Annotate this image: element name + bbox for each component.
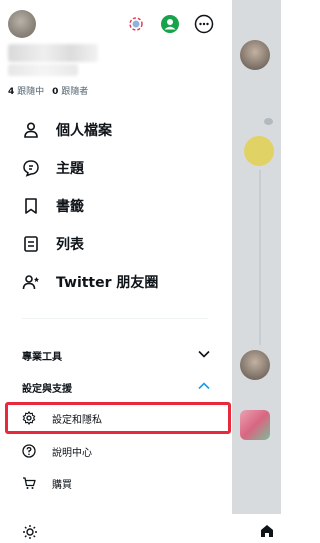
- bookmark-icon: [22, 197, 40, 215]
- menu-item-bookmarks[interactable]: 書籤: [0, 190, 232, 222]
- following-link[interactable]: 4 跟隨中: [8, 84, 44, 97]
- menu-item-profile[interactable]: 個人檔案: [0, 114, 232, 146]
- more-options-icon[interactable]: [194, 14, 214, 34]
- menu-item-label: 個人檔案: [56, 123, 112, 139]
- switch-account-icon[interactable]: [126, 14, 146, 34]
- section-label: 專業工具: [22, 351, 62, 363]
- menu-item-topics[interactable]: 主題: [0, 152, 232, 184]
- profile-avatar[interactable]: [8, 10, 36, 38]
- menu-item-lists[interactable]: 列表: [0, 228, 232, 260]
- account-avatar-icon[interactable]: [160, 14, 180, 34]
- navigation-drawer: 4 跟隨中 0 跟隨者 個人檔案 主題 書籤 列表 Twitter 朋友圈 專業…: [0, 0, 232, 543]
- cart-icon: [22, 476, 36, 490]
- theme-sun-icon[interactable]: [22, 524, 38, 540]
- profile-name-blurred: [8, 44, 98, 62]
- drawer-top-actions: [126, 14, 214, 34]
- section-label: 設定與支援: [22, 383, 72, 395]
- sub-item-help-center[interactable]: 說明中心: [22, 440, 92, 462]
- sub-item-purchases[interactable]: 購買: [22, 472, 72, 494]
- followers-link[interactable]: 0 跟隨者: [52, 84, 88, 97]
- drawer-overlay[interactable]: [232, 0, 281, 514]
- sub-item-label: 說明中心: [52, 447, 92, 459]
- menu-item-label: 列表: [56, 237, 84, 253]
- chevron-up-icon: [198, 381, 210, 393]
- menu-item-twitter-circle[interactable]: Twitter 朋友圈: [0, 266, 232, 298]
- profile-handle-blurred: [8, 64, 78, 76]
- menu-item-label: Twitter 朋友圈: [56, 275, 159, 291]
- help-icon: [22, 444, 36, 458]
- list-icon: [22, 235, 40, 253]
- home-icon[interactable]: [259, 523, 275, 539]
- menu-divider: [22, 318, 208, 319]
- follow-stats: 4 跟隨中 0 跟隨者: [8, 84, 88, 97]
- sub-item-label: 購買: [52, 479, 72, 491]
- main-menu: 個人檔案 主題 書籤 列表 Twitter 朋友圈: [0, 114, 232, 304]
- highlight-box: [5, 402, 231, 434]
- chevron-down-icon: [198, 350, 210, 361]
- person-icon: [22, 121, 40, 139]
- section-settings-support[interactable]: 設定與支援: [22, 376, 210, 398]
- topics-icon: [22, 159, 40, 177]
- menu-item-label: 主題: [56, 161, 84, 177]
- circle-friends-icon: [22, 273, 40, 291]
- section-pro-tools[interactable]: 專業工具: [22, 344, 210, 366]
- menu-item-label: 書籤: [56, 199, 84, 215]
